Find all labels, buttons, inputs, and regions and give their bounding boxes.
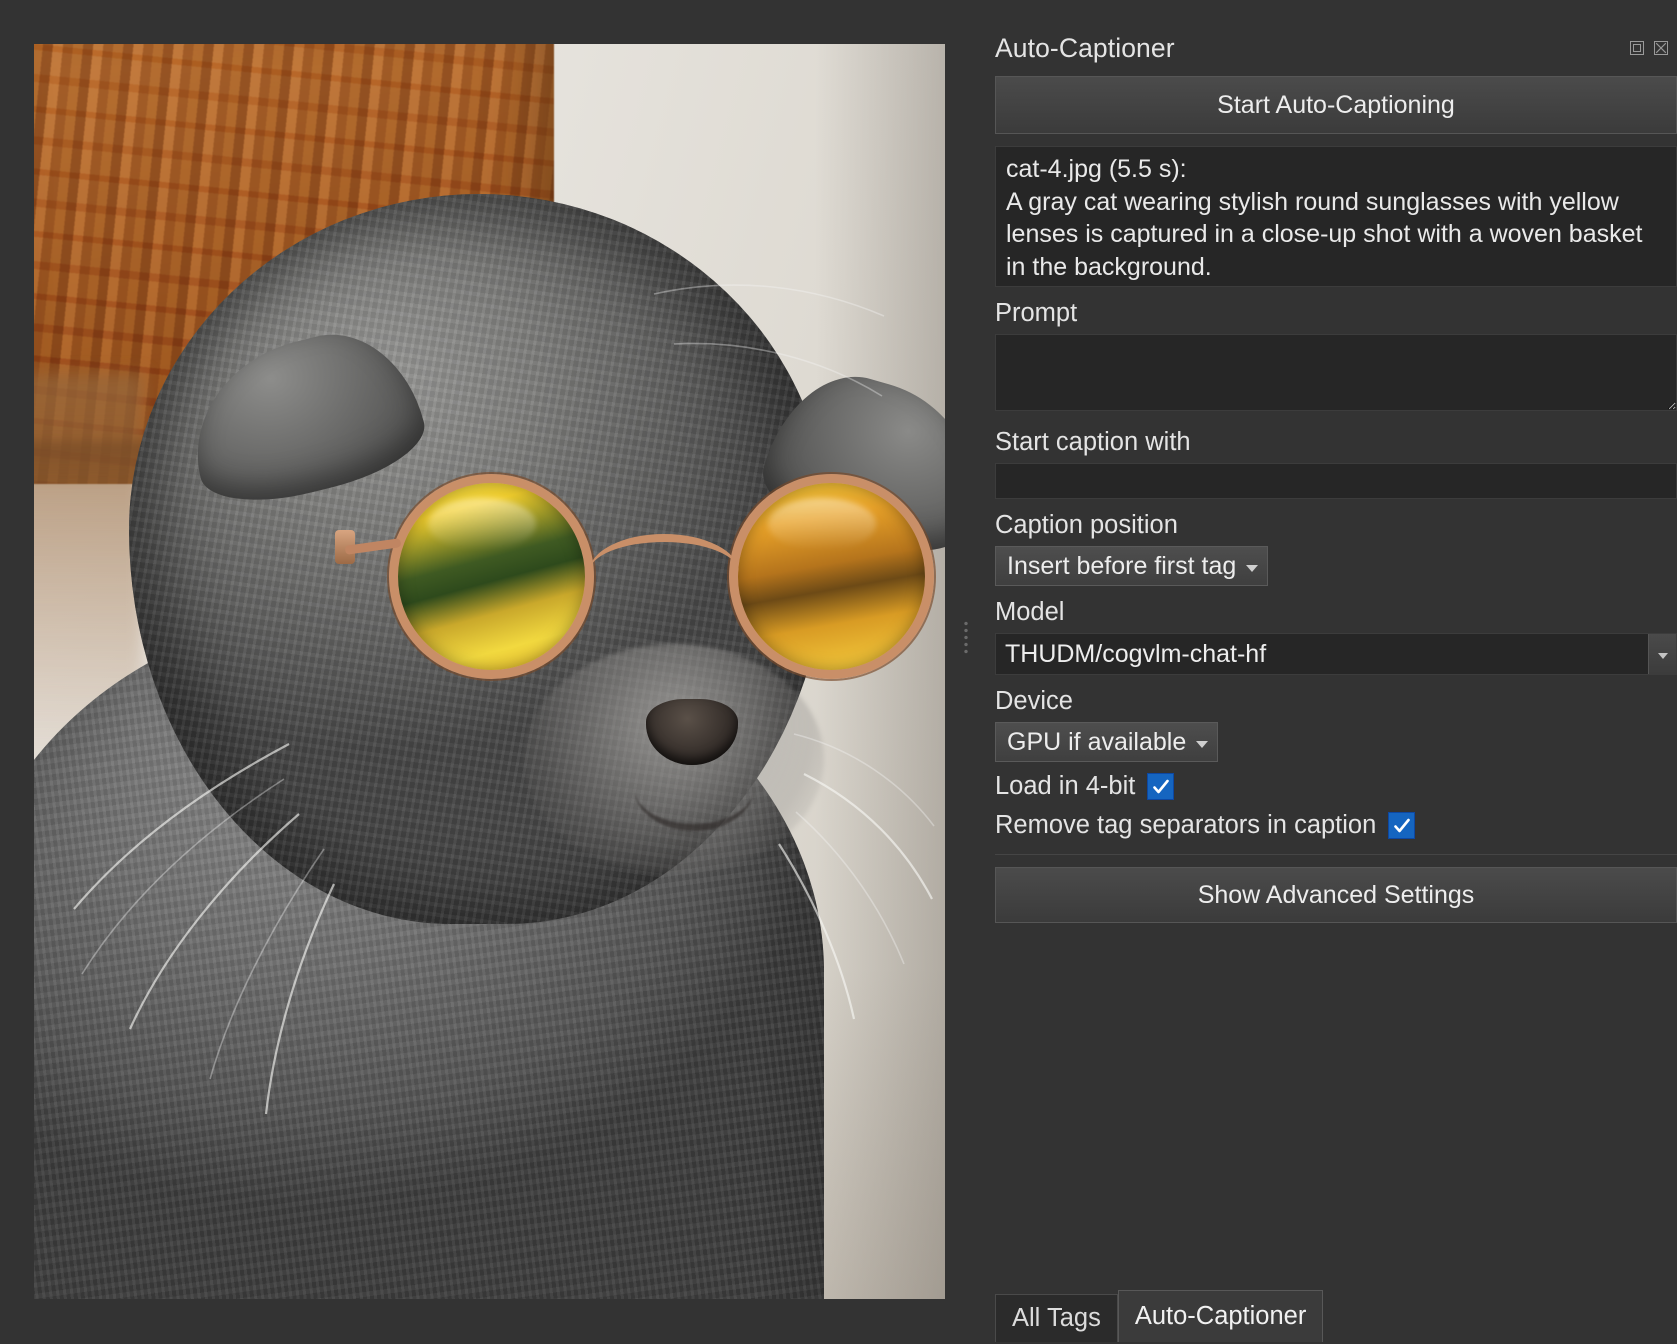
- chevron-down-icon: [1196, 740, 1209, 748]
- image-preview[interactable]: [34, 44, 945, 1299]
- tab-bar-divider: [977, 1282, 1677, 1283]
- bottom-tab-bar: All Tags Auto-Captioner: [977, 1282, 1677, 1344]
- device-value: GPU if available: [1007, 727, 1187, 756]
- checkmark-icon: [1153, 779, 1169, 793]
- sunglass-lens-right: [729, 474, 934, 679]
- tab-auto-captioner[interactable]: Auto-Captioner: [1117, 1290, 1324, 1342]
- panel-titlebar: Auto-Captioner: [977, 26, 1677, 70]
- panel-splitter[interactable]: [955, 0, 977, 1344]
- chevron-down-icon: [1246, 564, 1259, 572]
- panel-body: Start Auto-Captioning cat-4.jpg (5.5 s):…: [995, 76, 1677, 1212]
- caption-output-file-line: cat-4.jpg (5.5 s):: [1006, 155, 1187, 183]
- sunglass-lens-left: [389, 474, 594, 679]
- float-icon[interactable]: [1626, 37, 1648, 59]
- panel-title: Auto-Captioner: [995, 32, 1175, 63]
- caption-output-box[interactable]: cat-4.jpg (5.5 s): A gray cat wearing sty…: [995, 146, 1677, 287]
- tab-all-tags[interactable]: All Tags: [995, 1294, 1118, 1342]
- model-value: THUDM/cogvlm-chat-hf: [1005, 639, 1267, 668]
- load-in-4bit-row[interactable]: Load in 4-bit: [995, 772, 1677, 801]
- image-viewer-pane: [0, 0, 976, 1344]
- lens-highlight-left: [427, 497, 537, 551]
- load-in-4bit-label: Load in 4-bit: [995, 772, 1136, 800]
- model-dropdown[interactable]: THUDM/cogvlm-chat-hf: [995, 633, 1677, 675]
- start-caption-with-label: Start caption with: [995, 428, 1191, 456]
- remove-tag-separators-row[interactable]: Remove tag separators in caption: [995, 811, 1677, 840]
- model-label: Model: [995, 598, 1065, 626]
- lens-highlight-right: [767, 497, 877, 551]
- caption-position-dropdown[interactable]: Insert before first tag: [995, 546, 1269, 586]
- model-dropdown-arrow[interactable]: [1648, 634, 1676, 674]
- caption-output-text: A gray cat wearing stylish round sunglas…: [1006, 187, 1650, 281]
- remove-tag-separators-checkbox[interactable]: [1388, 812, 1416, 839]
- caption-position-label: Caption position: [995, 511, 1178, 539]
- tab-list: All Tags Auto-Captioner: [995, 1290, 1324, 1342]
- sunglasses: [335, 474, 945, 684]
- device-label: Device: [995, 687, 1073, 715]
- show-advanced-settings-button[interactable]: Show Advanced Settings: [995, 867, 1677, 923]
- checkmark-icon: [1393, 818, 1410, 832]
- start-auto-captioning-button[interactable]: Start Auto-Captioning: [995, 76, 1677, 134]
- auto-captioner-panel: Auto-Captioner Start Auto-Captioning cat…: [977, 0, 1677, 1344]
- close-icon[interactable]: [1650, 37, 1672, 59]
- chevron-down-icon: [1657, 653, 1668, 659]
- splitter-grip-handle[interactable]: [964, 620, 968, 654]
- sunglass-bridge: [589, 534, 739, 580]
- remove-tag-separators-label: Remove tag separators in caption: [995, 811, 1377, 839]
- settings-divider: [995, 854, 1677, 855]
- load-in-4bit-checkbox[interactable]: [1147, 773, 1175, 800]
- device-dropdown[interactable]: GPU if available: [995, 722, 1219, 762]
- start-caption-with-input[interactable]: [995, 463, 1677, 499]
- cat-photo: [34, 44, 945, 1299]
- prompt-label: Prompt: [995, 299, 1078, 327]
- auto-captioner-window: Auto-Captioner Start Auto-Captioning cat…: [0, 0, 1677, 1344]
- titlebar-buttons: [1626, 37, 1672, 59]
- caption-position-value: Insert before first tag: [1007, 551, 1237, 580]
- prompt-input[interactable]: [995, 334, 1677, 411]
